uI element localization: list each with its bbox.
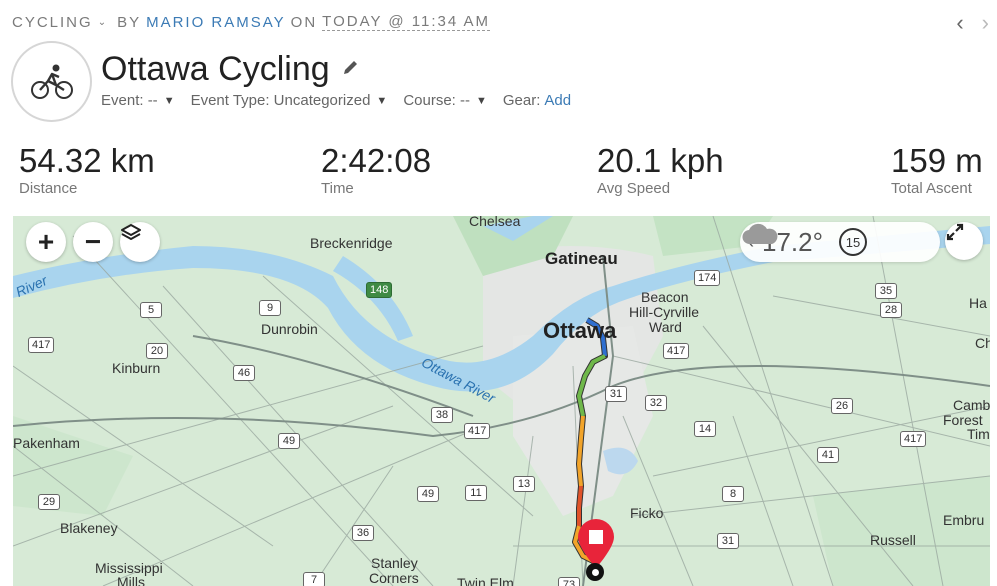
by-label: BY — [117, 13, 142, 31]
place-label: Hill-Cyrville — [629, 304, 699, 320]
place-label: Ha — [969, 295, 987, 311]
caret-down-icon: ▼ — [376, 94, 388, 107]
gear-field: Gear: Add — [502, 92, 572, 109]
previous-activity-icon[interactable]: ‹ — [956, 10, 963, 36]
place-label: Russell — [870, 532, 916, 548]
activity-properties: Event: -- ▼ Event Type: Uncategorized ▼ Co… — [101, 92, 571, 109]
activity-meta-bar: CYCLING ⌄ BY MARIO RAMSAY ON TODAY @ 11:… — [12, 12, 491, 32]
place-label: Stanley — [371, 555, 418, 571]
stat-label: Avg Speed — [597, 180, 671, 197]
place-label: Beacon — [641, 289, 689, 305]
place-label: Pakenham — [13, 435, 80, 451]
activity-type-icon — [11, 41, 92, 122]
road-shield: 31 — [605, 386, 627, 402]
place-label: Breckenridge — [310, 235, 393, 251]
activity-navigation: ‹ › — [956, 10, 989, 36]
stat-label: Distance — [19, 180, 78, 197]
place-label: Twin Elm — [457, 575, 514, 586]
place-label: Chelsea — [469, 216, 521, 229]
add-gear-link[interactable]: Add — [544, 92, 571, 109]
road-shield: 46 — [233, 365, 255, 381]
route-start-marker-icon — [586, 563, 604, 581]
zoom-in-button[interactable]: + — [26, 222, 66, 262]
road-shield: 7 — [303, 572, 325, 586]
on-label: ON — [290, 13, 318, 31]
next-activity-icon[interactable]: › — [982, 10, 989, 36]
caret-down-icon: ▼ — [163, 94, 175, 107]
event-type-dropdown[interactable]: Event Type: Uncategorized ▼ — [191, 92, 388, 109]
place-label: Kinburn — [112, 360, 161, 376]
map-layers-button[interactable] — [120, 222, 160, 262]
stat-label: Time — [321, 180, 354, 197]
activity-category[interactable]: CYCLING — [12, 14, 93, 31]
road-shield: 73 — [558, 577, 580, 586]
stat-value: 159 m — [891, 142, 983, 179]
road-shield: 49 — [278, 433, 300, 449]
road-shield: 8 — [722, 486, 744, 502]
road-shield: 29 — [38, 494, 60, 510]
road-shield: 49 — [417, 486, 439, 502]
place-label: Embru — [943, 512, 985, 528]
fullscreen-button[interactable] — [945, 222, 983, 260]
road-shield: 41 — [817, 447, 839, 463]
road-shield: 35 — [875, 283, 897, 299]
road-shield: 20 — [146, 343, 168, 359]
author-link[interactable]: MARIO RAMSAY — [146, 14, 286, 31]
title-row: Ottawa Cycling — [101, 50, 360, 89]
weather-widget[interactable]: ‹ 17.2° 15 — [740, 222, 940, 262]
caret-down-icon: ▼ — [476, 94, 487, 107]
road-shield: 31 — [717, 533, 739, 549]
course-dropdown[interactable]: Course: -- ▼ — [403, 92, 487, 109]
layers-icon — [121, 224, 141, 240]
road-shield: 14 — [694, 421, 716, 437]
place-label: Ficko — [630, 505, 664, 521]
place-label: Ward — [649, 319, 682, 335]
place-label: Mills — [117, 574, 145, 586]
activity-map[interactable]: Chelsea Gatineau Breckenridge Beacon Hil… — [13, 216, 990, 586]
road-shield: 28 — [880, 302, 902, 318]
place-label: Tim — [967, 426, 990, 442]
stat-distance: 54.32 km Distance — [19, 142, 155, 197]
zoom-out-button[interactable]: − — [73, 222, 113, 262]
edit-pencil-icon[interactable] — [342, 58, 360, 81]
place-label: Corners — [369, 570, 419, 586]
stat-total-ascent: 159 m Total Ascent — [891, 142, 983, 197]
road-shield: 148 — [366, 282, 393, 298]
place-label: Ch — [975, 335, 990, 351]
bike-icon — [30, 64, 73, 99]
place-label: Blakeney — [60, 520, 118, 536]
event-dropdown[interactable]: Event: -- ▼ — [101, 92, 175, 109]
place-label: Gatineau — [545, 249, 618, 268]
road-shield: 11 — [465, 485, 487, 501]
stat-avg-speed: 20.1 kph Avg Speed — [597, 142, 724, 197]
expand-icon — [946, 223, 964, 241]
activity-time[interactable]: TODAY @ 11:34 AM — [322, 13, 491, 31]
wind-speed-indicator: 15 — [839, 228, 868, 256]
road-shield: 417 — [900, 431, 927, 447]
stat-time: 2:42:08 Time — [321, 142, 431, 197]
road-shield: 174 — [694, 270, 721, 286]
city-label-ottawa: Ottawa — [543, 318, 617, 343]
road-shield: 5 — [140, 302, 162, 318]
stat-value: 54.32 km — [19, 142, 155, 179]
road-shield: 32 — [645, 395, 667, 411]
road-shield: 26 — [831, 398, 853, 414]
road-shield: 9 — [259, 300, 281, 316]
road-shield: 417 — [464, 423, 491, 439]
road-shield: 13 — [513, 476, 535, 492]
stat-label: Total Ascent — [891, 180, 972, 197]
stat-value: 20.1 kph — [597, 142, 724, 179]
stat-value: 2:42:08 — [321, 142, 432, 179]
road-shield: 417 — [663, 343, 690, 359]
road-shield: 38 — [431, 407, 453, 423]
road-shield: 417 — [28, 337, 55, 353]
road-shield: 36 — [352, 525, 374, 541]
activity-title[interactable]: Ottawa Cycling — [101, 50, 330, 89]
chevron-down-icon[interactable]: ⌄ — [98, 17, 106, 28]
place-label: Dunrobin — [261, 321, 318, 337]
place-label: Camb — [953, 397, 990, 413]
